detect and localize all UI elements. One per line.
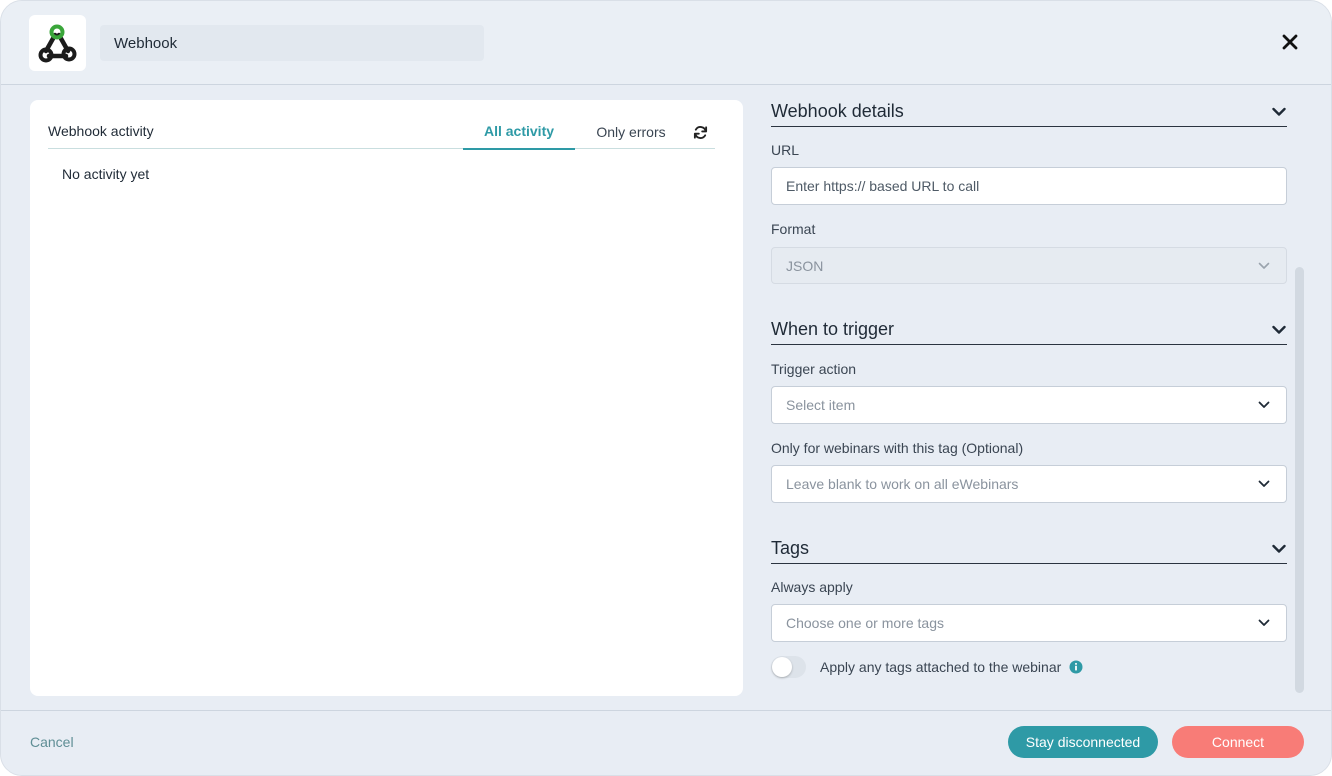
format-value: JSON: [786, 257, 824, 274]
webhook-logo: [29, 15, 86, 71]
section-title: When to trigger: [771, 319, 895, 339]
modal-footer: Cancel Stay disconnected Connect: [1, 710, 1331, 775]
chevron-down-icon: [1271, 104, 1287, 120]
stay-disconnected-button[interactable]: Stay disconnected: [1008, 726, 1158, 758]
url-label: URL: [771, 142, 800, 158]
info-icon[interactable]: [1069, 660, 1083, 674]
modal-header: [1, 1, 1331, 85]
refresh-icon: [693, 125, 707, 139]
close-button[interactable]: [1279, 31, 1301, 53]
activity-panel: Webhook activity All activity Only error…: [30, 100, 743, 696]
chevron-down-icon: [1256, 476, 1272, 492]
trigger-action-placeholder: Select item: [786, 397, 856, 413]
always-apply-placeholder: Choose one or more tags: [786, 615, 944, 631]
toggle-knob: [772, 657, 792, 677]
activity-title: Webhook activity: [48, 123, 154, 139]
format-select: JSON: [771, 247, 1287, 284]
section-webhook-details[interactable]: Webhook details: [771, 97, 1287, 127]
apply-webinar-tags-label: Apply any tags attached to the webinar: [820, 659, 1062, 675]
chevron-down-icon: [1256, 258, 1272, 274]
webinar-tag-label: Only for webinars with this tag (Optiona…: [771, 440, 1024, 456]
chevron-down-icon: [1256, 615, 1272, 631]
section-tags[interactable]: Tags: [771, 534, 1287, 564]
section-when-to-trigger[interactable]: When to trigger: [771, 315, 1287, 345]
webhook-logo-icon: [38, 24, 76, 63]
apply-webinar-tags-toggle[interactable]: [771, 656, 806, 678]
refresh-button[interactable]: [690, 122, 710, 142]
trigger-action-label: Trigger action: [771, 361, 857, 377]
chevron-down-icon: [1271, 541, 1287, 557]
chevron-down-icon: [1271, 322, 1287, 338]
empty-activity-text: No activity yet: [62, 166, 150, 182]
format-label: Format: [771, 221, 816, 237]
always-apply-select[interactable]: Choose one or more tags: [771, 604, 1287, 642]
url-input[interactable]: [771, 167, 1287, 205]
tab-only-errors[interactable]: Only errors: [585, 114, 677, 150]
apply-webinar-tags-row: Apply any tags attached to the webinar: [771, 656, 1083, 678]
chevron-down-icon: [1256, 397, 1272, 413]
form-scrollbar[interactable]: [1295, 267, 1304, 693]
trigger-action-select[interactable]: Select item: [771, 386, 1287, 424]
section-title: Webhook details: [771, 101, 904, 121]
webhook-modal: Webhook activity All activity Only error…: [0, 0, 1332, 776]
section-title: Tags: [771, 538, 810, 558]
cancel-button[interactable]: Cancel: [30, 734, 74, 750]
connect-button[interactable]: Connect: [1172, 726, 1304, 758]
close-icon: [1282, 34, 1298, 50]
integration-name-input[interactable]: [100, 25, 484, 61]
webinar-tag-placeholder: Leave blank to work on all eWebinars: [786, 476, 1019, 492]
webinar-tag-select[interactable]: Leave blank to work on all eWebinars: [771, 465, 1287, 503]
always-apply-label: Always apply: [771, 579, 853, 595]
tab-all-activity[interactable]: All activity: [463, 114, 575, 150]
